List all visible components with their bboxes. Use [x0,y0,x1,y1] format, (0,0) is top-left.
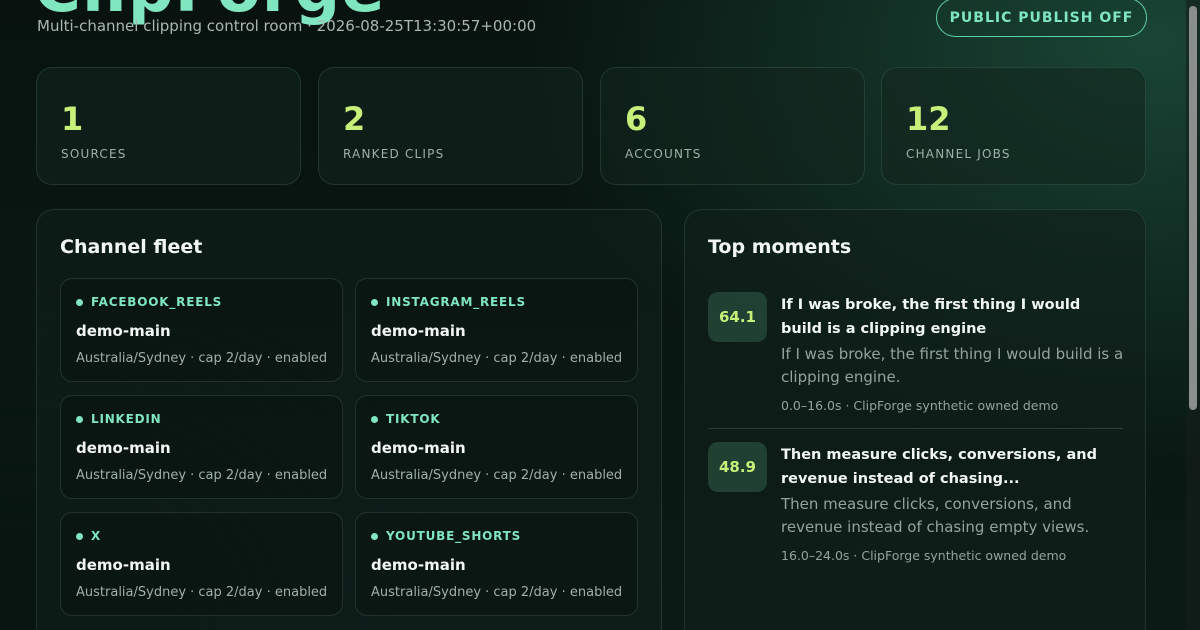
channel-fleet-title: Channel fleet [60,236,203,258]
status-dot-icon [371,533,378,540]
status-dot-icon [371,416,378,423]
moment-title: If I was broke, the first thing I would … [781,297,1081,337]
moment-item[interactable]: 48.9 Then measure clicks, conversions, a… [708,442,1124,572]
channel-fleet-panel: Channel fleet FACEBOOK_REELS demo-main A… [36,209,662,630]
moment-meta: 0.0–16.0s · ClipForge synthetic owned de… [781,398,1059,413]
moment-transcript: Then measure clicks, conversions, and re… [781,495,1090,536]
stat-label: RANKED CLIPS [343,147,445,161]
stat-value: 2 [343,100,366,138]
channel-account: demo-main [371,322,466,340]
score-badge: 64.1 [708,292,767,342]
channel-meta: Australia/Sydney · cap 2/day · enabled [371,585,623,600]
channel-card-instagram-reels[interactable]: INSTAGRAM_REELS demo-main Australia/Sydn… [355,278,638,382]
moment-meta: 16.0–24.0s · ClipForge synthetic owned d… [781,548,1067,563]
stat-card-ranked-clips: 2 RANKED CLIPS [318,67,583,185]
channel-meta: Australia/Sydney · cap 2/day · enabled [76,585,328,600]
stat-card-channel-jobs: 12 CHANNEL JOBS [881,67,1146,185]
stat-value: 1 [61,100,84,138]
channel-card-youtube-shorts[interactable]: YOUTUBE_SHORTS demo-main Australia/Sydne… [355,512,638,616]
top-moments-title: Top moments [708,236,852,258]
channel-account: demo-main [76,322,171,340]
stat-value: 12 [906,100,951,138]
top-moments-panel: Top moments 64.1 If I was broke, the fir… [684,209,1146,630]
channel-meta: Australia/Sydney · cap 2/day · enabled [371,351,623,366]
stat-label: SOURCES [61,147,127,161]
page-subtitle: Multi-channel clipping control room · 20… [37,17,537,35]
channel-platform: YOUTUBE_SHORTS [386,529,522,543]
stat-card-sources: 1 SOURCES [36,67,301,185]
channel-account: demo-main [76,556,171,574]
stat-card-accounts: 6 ACCOUNTS [600,67,865,185]
stat-label: ACCOUNTS [625,147,702,161]
scrollbar-thumb[interactable] [1189,6,1197,410]
channel-meta: Australia/Sydney · cap 2/day · enabled [76,468,328,483]
moment-transcript: If I was broke, the first thing I would … [781,345,1124,386]
status-dot-icon [76,533,83,540]
moment-divider [708,428,1123,429]
channel-platform: X [91,529,102,543]
channel-meta: Australia/Sydney · cap 2/day · enabled [76,351,328,366]
channel-card-linkedin[interactable]: LINKEDIN demo-main Australia/Sydney · ca… [60,395,343,499]
vertical-scrollbar[interactable] [1186,0,1200,630]
channel-meta: Australia/Sydney · cap 2/day · enabled [371,468,623,483]
status-dot-icon [76,299,83,306]
score-badge: 48.9 [708,442,767,492]
status-dot-icon [76,416,83,423]
channel-account: demo-main [371,439,466,457]
channel-card-facebook-reels[interactable]: FACEBOOK_REELS demo-main Australia/Sydne… [60,278,343,382]
stat-label: CHANNEL JOBS [906,147,1011,161]
channel-account: demo-main [371,556,466,574]
moment-title: Then measure clicks, conversions, and re… [781,447,1097,487]
moment-item[interactable]: 64.1 If I was broke, the first thing I w… [708,292,1124,422]
channel-account: demo-main [76,439,171,457]
channel-platform: FACEBOOK_REELS [91,295,223,309]
status-dot-icon [371,299,378,306]
channel-card-tiktok[interactable]: TIKTOK demo-main Australia/Sydney · cap … [355,395,638,499]
channel-platform: INSTAGRAM_REELS [386,295,526,309]
stat-value: 6 [625,100,648,138]
channel-card-x[interactable]: X demo-main Australia/Sydney · cap 2/day… [60,512,343,616]
public-publish-toggle-button[interactable]: PUBLIC PUBLISH OFF [936,0,1147,37]
channel-platform: LINKEDIN [91,412,162,426]
channel-platform: TIKTOK [386,412,441,426]
